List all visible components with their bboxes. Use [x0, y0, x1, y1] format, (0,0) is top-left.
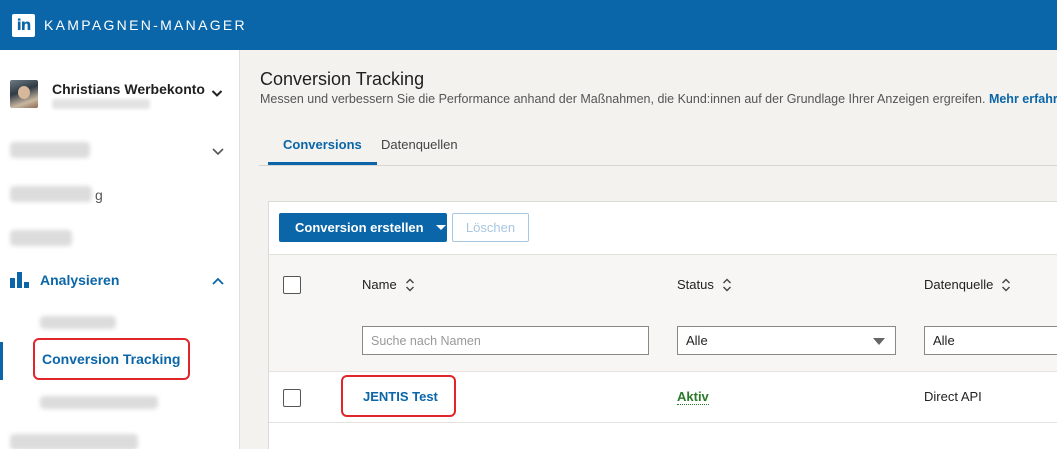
- chevron-down-icon[interactable]: [211, 144, 225, 158]
- sidebar-item-blurred-1[interactable]: [10, 142, 90, 158]
- tab-conversions[interactable]: Conversions: [268, 137, 377, 165]
- sidebar-item-analyze[interactable]: Analysieren: [10, 272, 119, 288]
- sidebar-item-conversion-tracking[interactable]: Conversion Tracking: [33, 338, 190, 380]
- column-header-name[interactable]: Name: [362, 277, 415, 292]
- dropdown-arrow-icon: [873, 338, 885, 345]
- sidebar-subitem-blurred-1[interactable]: [40, 316, 116, 329]
- account-name: Christians Werbekonto: [52, 81, 205, 97]
- active-indicator: [0, 342, 3, 380]
- sidebar-item-blurred-3[interactable]: [10, 230, 72, 246]
- chevron-down-icon[interactable]: [211, 87, 223, 99]
- learn-more-link[interactable]: Mehr erfahren: [989, 92, 1057, 106]
- sort-icon: [722, 278, 731, 291]
- sort-icon: [405, 278, 414, 291]
- conversions-panel: Conversion erstellen Löschen Name Status…: [268, 201, 1057, 449]
- row-checkbox[interactable]: [283, 389, 301, 407]
- delete-button[interactable]: Löschen: [452, 213, 529, 242]
- column-header-data-source[interactable]: Datenquelle: [924, 277, 1011, 292]
- sidebar-item-blurred-2[interactable]: [10, 186, 92, 202]
- avatar: [10, 80, 38, 108]
- sidebar-item-blurred-4[interactable]: [10, 434, 138, 449]
- app-title: KAMPAGNEN-MANAGER: [44, 17, 247, 33]
- tab-data-sources[interactable]: Datenquellen: [381, 137, 458, 152]
- data-source-value: Direct API: [924, 389, 982, 404]
- chevron-up-icon[interactable]: [211, 274, 225, 288]
- sidebar-item-fragment: g: [95, 187, 103, 203]
- sidebar-item-label: Analysieren: [40, 272, 120, 288]
- tab-bar: Conversions Datenquellen: [259, 126, 1057, 166]
- caret-down-icon: [435, 225, 446, 230]
- account-switcher[interactable]: Christians Werbekonto: [8, 78, 233, 118]
- status-badge: Aktiv: [677, 389, 709, 405]
- page-subtitle: Messen und verbessern Sie die Performanc…: [260, 92, 1057, 106]
- status-filter-select[interactable]: Alle: [677, 326, 896, 355]
- page-title: Conversion Tracking: [260, 69, 425, 89]
- name-search-input[interactable]: [362, 326, 649, 355]
- top-bar: in KAMPAGNEN-MANAGER: [0, 0, 1057, 50]
- sidebar: Christians Werbekonto g Analysieren Conv…: [0, 50, 240, 449]
- table-row: JENTIS Test Aktiv Direct API: [269, 371, 1057, 423]
- data-source-filter-select[interactable]: Alle: [924, 326, 1057, 355]
- conversion-name-link[interactable]: JENTIS Test: [363, 389, 438, 404]
- sort-icon: [1002, 278, 1011, 291]
- bar-chart-icon: [10, 272, 30, 288]
- create-conversion-button[interactable]: Conversion erstellen: [279, 213, 447, 242]
- sidebar-subitem-blurred-2[interactable]: [40, 396, 158, 409]
- account-id-blurred: [52, 99, 150, 109]
- column-header-status[interactable]: Status: [677, 277, 732, 292]
- select-all-checkbox[interactable]: [283, 276, 301, 294]
- linkedin-logo-icon[interactable]: in: [12, 13, 35, 37]
